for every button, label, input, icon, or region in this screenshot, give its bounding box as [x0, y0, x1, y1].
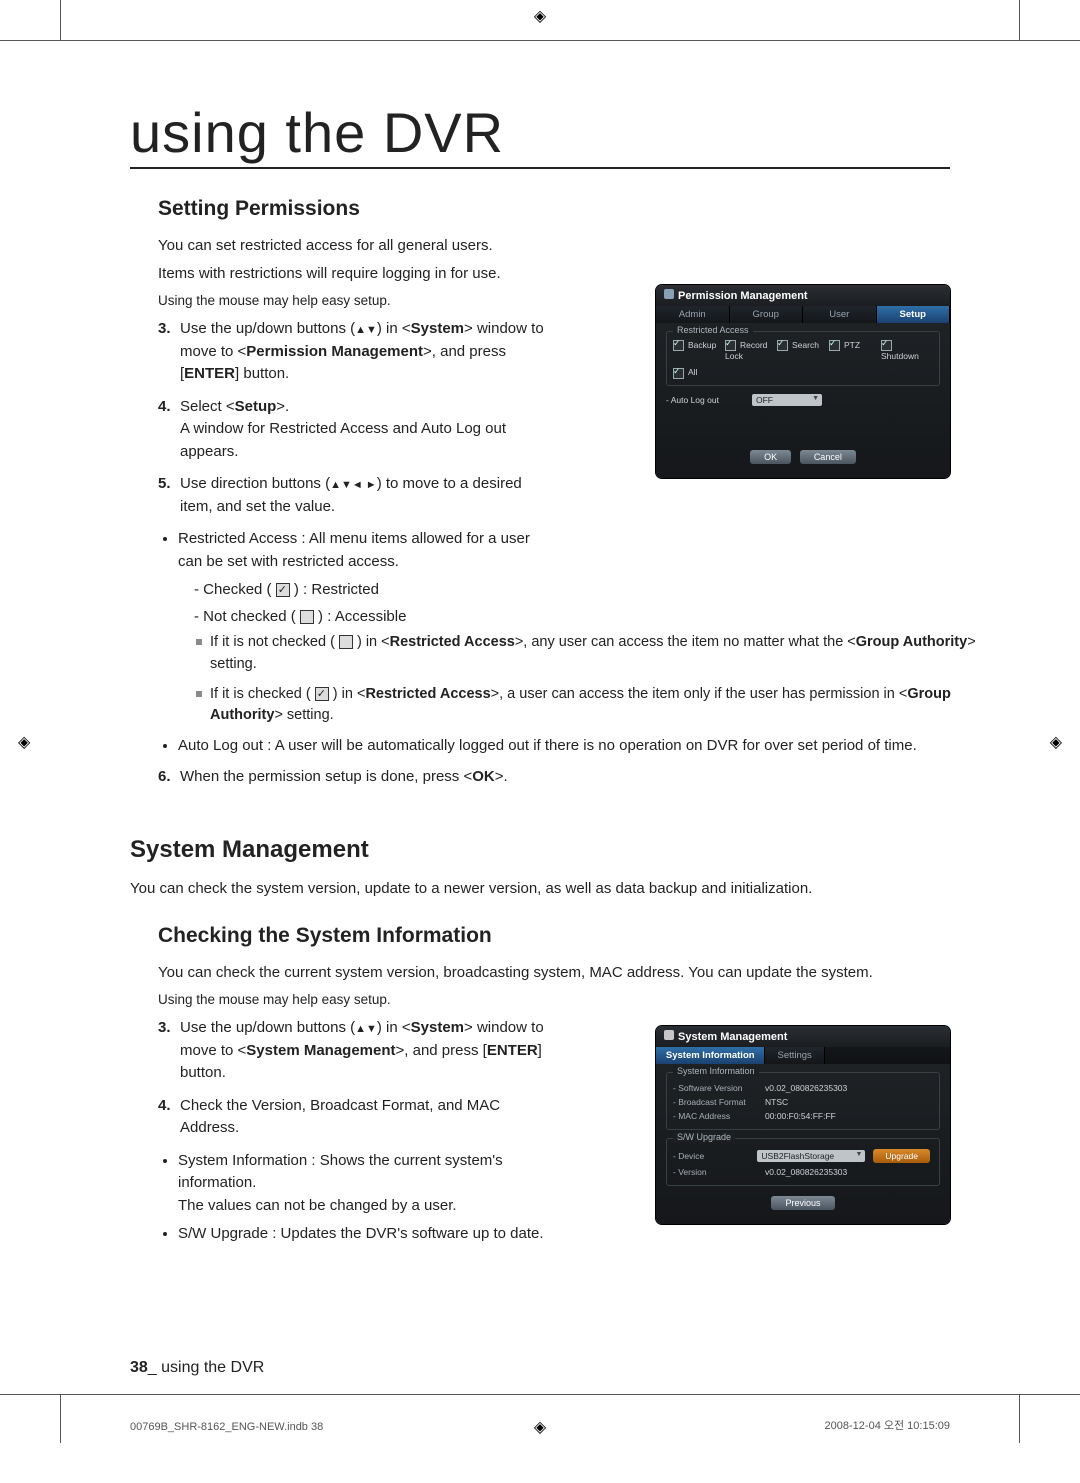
- screenshot-permission-management: Permission Management Admin Group User S…: [656, 285, 950, 478]
- checkbox-unchecked-icon: [300, 610, 314, 624]
- checkbox-all[interactable]: All: [673, 367, 725, 378]
- page-footer: 38_ using the DVR: [130, 1359, 264, 1377]
- step-3: Use the up/down buttons (▲▼) in <System>…: [180, 320, 544, 382]
- value-mac-address: 00:00:F0:54:FF:FF: [765, 1111, 836, 1121]
- legend: S/W Upgrade: [673, 1132, 735, 1142]
- dash-checked: Checked ( ) : Restricted: [194, 579, 950, 602]
- panel-title: System Management: [656, 1026, 950, 1047]
- fieldset-restricted-access: Restricted Access Backup Record Lock Sea…: [666, 331, 940, 386]
- checkbox-ptz[interactable]: PTZ: [829, 340, 881, 361]
- screenshot-system-management: System Management System Information Set…: [656, 1026, 950, 1224]
- text-intro: You can check the system version, update…: [130, 878, 950, 900]
- crop-line-bottom: [0, 1394, 1080, 1395]
- tabs: System Information Settings: [656, 1047, 950, 1064]
- heading-checking-system-info: Checking the System Information: [158, 924, 950, 948]
- dropdown-auto-logout[interactable]: OFF: [752, 394, 822, 406]
- tab-user[interactable]: User: [803, 306, 877, 323]
- print-meta-right: 2008-12-04 오전 10:15:09: [825, 1417, 950, 1433]
- step-4: Select <Setup>.A window for Restricted A…: [180, 398, 506, 460]
- upgrade-button[interactable]: Upgrade: [873, 1149, 930, 1163]
- value-software-version: v0.02_080826235303: [765, 1083, 847, 1093]
- bullet-auto-logout: Auto Log out : A user will be automatica…: [178, 735, 978, 758]
- ok-button[interactable]: OK: [750, 450, 791, 464]
- crop-tick: [60, 0, 61, 40]
- value-broadcast-format: NTSC: [765, 1097, 788, 1107]
- fieldset-system-information: System Information - Software Versionv0.…: [666, 1072, 940, 1130]
- step-6: When the permission setup is done, press…: [180, 768, 508, 785]
- dropdown-device[interactable]: USB2FlashStorage: [757, 1150, 865, 1162]
- registration-mark-icon: ◈: [1050, 732, 1062, 752]
- fieldset-sw-upgrade: S/W Upgrade - Device USB2FlashStorage Up…: [666, 1138, 940, 1186]
- bullet-system-information: System Information : Shows the current s…: [178, 1150, 548, 1218]
- text-intro: Items with restrictions will require log…: [158, 263, 950, 285]
- text-intro: You can check the current system version…: [158, 962, 950, 984]
- value-upgrade-version: v0.02_080826235303: [765, 1167, 847, 1177]
- dash-unchecked: Not checked ( ) : Accessible: [194, 606, 950, 629]
- tab-group[interactable]: Group: [730, 306, 804, 323]
- crop-line-top: [0, 40, 1080, 41]
- print-meta-left: 00769B_SHR-8162_ENG-NEW.indb 38: [130, 1421, 323, 1433]
- crop-tick: [60, 1395, 61, 1443]
- tabs: Admin Group User Setup: [656, 306, 950, 323]
- registration-mark-icon: ◈: [534, 1417, 546, 1437]
- row-auto-logout: - Auto Log out OFF: [666, 394, 940, 406]
- tab-setup[interactable]: Setup: [877, 306, 951, 323]
- legend: System Information: [673, 1066, 759, 1076]
- gear-icon: [664, 1030, 674, 1040]
- registration-mark-icon: ◈: [18, 732, 30, 752]
- bullet-sw-upgrade: S/W Upgrade : Updates the DVR's software…: [178, 1223, 548, 1246]
- step-3: Use the up/down buttons (▲▼) in <System>…: [180, 1019, 544, 1081]
- checkbox-backup[interactable]: Backup: [673, 340, 725, 361]
- tab-settings[interactable]: Settings: [765, 1047, 824, 1064]
- checkbox-record-lock[interactable]: Record Lock: [725, 340, 777, 361]
- text-intro: You can set restricted access for all ge…: [158, 235, 950, 257]
- previous-button[interactable]: Previous: [771, 1196, 834, 1210]
- user-icon: [664, 289, 674, 299]
- crop-tick: [1019, 1395, 1020, 1443]
- note-not-checked: If it is not checked ( ) in <Restricted …: [196, 632, 996, 676]
- checkbox-checked-icon: [276, 583, 290, 597]
- checkbox-unchecked-icon: [339, 635, 353, 649]
- heading-setting-permissions: Setting Permissions: [158, 197, 950, 221]
- registration-mark-icon: ◈: [534, 6, 546, 26]
- cancel-button[interactable]: Cancel: [800, 450, 856, 464]
- bullet-restricted-access: Restricted Access : All menu items allow…: [178, 528, 548, 573]
- legend: Restricted Access: [673, 325, 753, 335]
- panel-title: Permission Management: [656, 285, 950, 306]
- heading-system-management: System Management: [130, 836, 950, 864]
- step-4: Check the Version, Broadcast Format, and…: [180, 1097, 500, 1137]
- checkbox-checked-icon: [315, 687, 329, 701]
- step-5: Use direction buttons (▲▼◄ ►) to move to…: [180, 475, 522, 515]
- tab-system-information[interactable]: System Information: [656, 1047, 765, 1064]
- text-hint: Using the mouse may help easy setup.: [158, 990, 950, 1010]
- checkbox-search[interactable]: Search: [777, 340, 829, 361]
- crop-tick: [1019, 0, 1020, 40]
- note-checked: If it is checked ( ) in <Restricted Acce…: [196, 684, 996, 728]
- tab-admin[interactable]: Admin: [656, 306, 730, 323]
- page-title: using the DVR: [130, 100, 950, 169]
- checkbox-shutdown[interactable]: Shutdown: [881, 340, 933, 361]
